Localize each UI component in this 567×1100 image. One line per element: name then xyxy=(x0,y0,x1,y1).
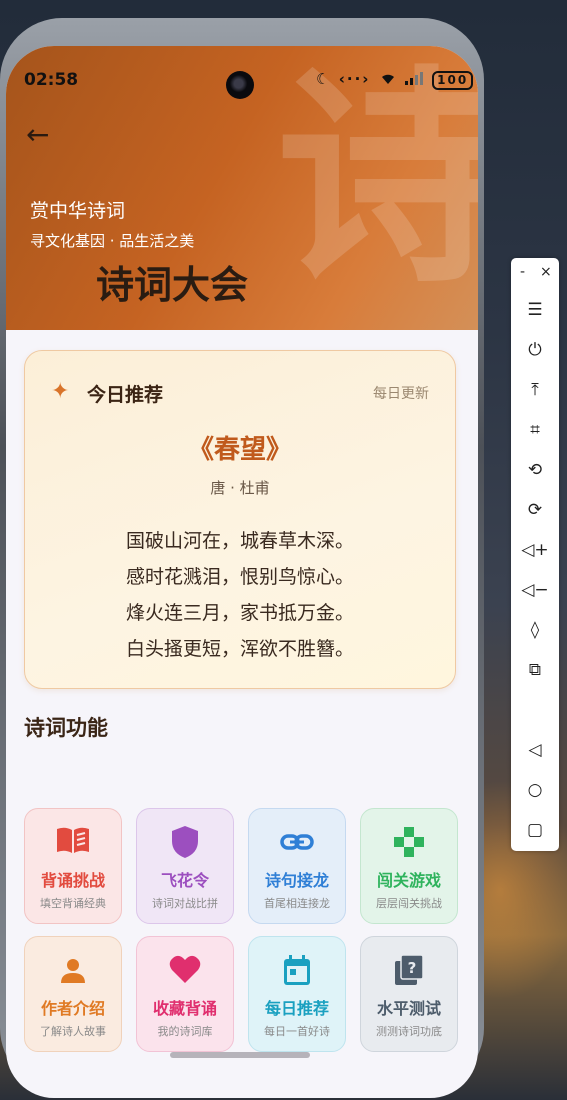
battery-indicator: 100 xyxy=(432,71,474,90)
tile-label: 每日推荐 xyxy=(264,999,329,1018)
tile-label: 水平测试 xyxy=(376,999,441,1018)
menu-icon[interactable]: ☰ xyxy=(511,298,559,322)
emulator-toolbar: - × ☰ ⏻ ⤒ ⌗ ⟲ ⟳ ◁+ ◁− ◊ ⧉ ◁ ○ ▢ xyxy=(511,258,559,851)
tile-label: 闯关游戏 xyxy=(376,871,441,890)
poem-lines: 国破山河在，城春草木深。 感时花溅泪，恨别鸟惊心。 烽火连三月，家书抵万金。 白… xyxy=(25,523,455,667)
poem-author: 唐 · 杜甫 xyxy=(210,479,270,497)
feature-recite-challenge[interactable]: 背诵挑战 填空背诵经典 xyxy=(24,808,122,924)
minimize-button[interactable]: - xyxy=(520,264,525,280)
tile-label: 诗句接龙 xyxy=(264,871,329,890)
rotate-icon[interactable]: ⟲ xyxy=(511,458,559,482)
page-title: 诗词大会 xyxy=(96,263,249,307)
daily-recommend-card[interactable]: ✦ 今日推荐 每日更新 《春望》 唐 · 杜甫 国破山河在，城春草木深。 感时花… xyxy=(24,350,456,689)
status-bar: 02:58 ☾ ‹··› 100 xyxy=(6,46,478,106)
header-subtitle: 赏中华诗词 xyxy=(30,200,126,222)
feature-verse-chain[interactable]: 诗句接龙 首尾相连接龙 xyxy=(248,808,346,924)
nav-back-icon[interactable]: ◁ xyxy=(511,738,559,762)
poem-line: 白头搔更短，浑欲不胜簪。 xyxy=(125,638,354,660)
crop-icon[interactable]: ⌗ xyxy=(511,418,559,442)
power-icon[interactable]: ⏻ xyxy=(511,338,559,362)
close-button[interactable]: × xyxy=(540,264,552,280)
status-icons: ☾ ‹··› 100 xyxy=(316,70,474,90)
poem-line: 国破山河在，城春草木深。 xyxy=(125,530,354,552)
volume-up-icon[interactable]: ◁+ xyxy=(511,538,559,562)
svg-text:?: ? xyxy=(408,959,417,977)
features-section-title: 诗词功能 xyxy=(24,716,108,740)
person-icon xyxy=(61,959,85,983)
pin-top-icon[interactable]: ⤒ xyxy=(511,378,559,402)
home-indicator[interactable] xyxy=(170,1052,310,1058)
feature-level-game[interactable]: 闯关游戏 层层闯关挑战 xyxy=(360,808,458,924)
wifi-icon xyxy=(381,74,394,84)
phone-frame: 诗 02:58 ☾ ‹··› 100 ← 赏中华诗词 寻文化基因 · 品生活之美… xyxy=(0,18,484,1098)
header-banner: 诗 02:58 ☾ ‹··› 100 ← 赏中华诗词 寻文化基因 · 品生活之美… xyxy=(6,46,478,330)
book-icon xyxy=(57,827,89,853)
signal-icon xyxy=(404,72,423,85)
tile-desc: 每日一首好诗 xyxy=(264,1025,330,1038)
tile-label: 收藏背诵 xyxy=(152,999,217,1018)
tile-label: 飞花令 xyxy=(160,871,209,890)
camera-cutout xyxy=(226,71,254,99)
moon-icon: ☾ xyxy=(316,70,332,88)
link-icon xyxy=(280,834,314,850)
recommend-update-label: 每日更新 xyxy=(373,386,429,402)
feature-author-intro[interactable]: 作者介绍 了解诗人故事 xyxy=(24,936,122,1052)
tile-desc: 测测诗词功底 xyxy=(376,1025,442,1038)
feature-favorites[interactable]: 收藏背诵 我的诗词库 xyxy=(136,936,234,1052)
tile-desc: 诗词对战比拼 xyxy=(152,897,218,910)
screens-icon[interactable]: ⧉ xyxy=(511,658,559,682)
poem-line: 烽火连三月，家书抵万金。 xyxy=(125,602,354,624)
nav-recents-icon[interactable]: ▢ xyxy=(511,818,559,842)
header-tagline: 寻文化基因 · 品生活之美 xyxy=(30,232,195,250)
feature-flying-flower[interactable]: 飞花令 诗词对战比拼 xyxy=(136,808,234,924)
rotate-alt-icon[interactable]: ⟳ xyxy=(511,498,559,522)
tile-desc: 层层闯关挑战 xyxy=(376,897,442,910)
quiz-icon: ? xyxy=(395,954,424,985)
shake-icon[interactable]: ◊ xyxy=(511,618,559,642)
status-time: 02:58 xyxy=(24,70,79,90)
calendar-icon xyxy=(284,955,310,985)
volume-down-icon[interactable]: ◁− xyxy=(511,578,559,602)
tile-desc: 我的诗词库 xyxy=(157,1025,213,1038)
feature-daily-recommend[interactable]: 每日推荐 每日一首好诗 xyxy=(248,936,346,1052)
shield-icon xyxy=(172,826,198,858)
app-screen: 诗 02:58 ☾ ‹··› 100 ← 赏中华诗词 寻文化基因 · 品生活之美… xyxy=(6,46,478,1098)
tile-label: 作者介绍 xyxy=(40,999,105,1018)
feature-level-test[interactable]: ? 水平测试 测测诗词功底 xyxy=(360,936,458,1052)
tile-desc: 填空背诵经典 xyxy=(40,897,106,910)
back-arrow-icon[interactable]: ← xyxy=(26,118,49,151)
tile-desc: 首尾相连接龙 xyxy=(264,897,330,910)
data-sync-icon: ‹··› xyxy=(338,70,371,88)
heart-icon xyxy=(169,955,201,983)
poem-title: 《春望》 xyxy=(187,435,292,465)
gamepad-icon xyxy=(394,827,424,857)
poem-line: 感时花溅泪，恨别鸟惊心。 xyxy=(125,566,354,588)
nav-home-icon[interactable]: ○ xyxy=(511,778,559,802)
sparkle-icon: ✦ xyxy=(51,379,70,404)
recommend-title: 今日推荐 xyxy=(87,384,164,406)
tile-label: 背诵挑战 xyxy=(40,871,105,890)
tile-desc: 了解诗人故事 xyxy=(40,1025,106,1038)
